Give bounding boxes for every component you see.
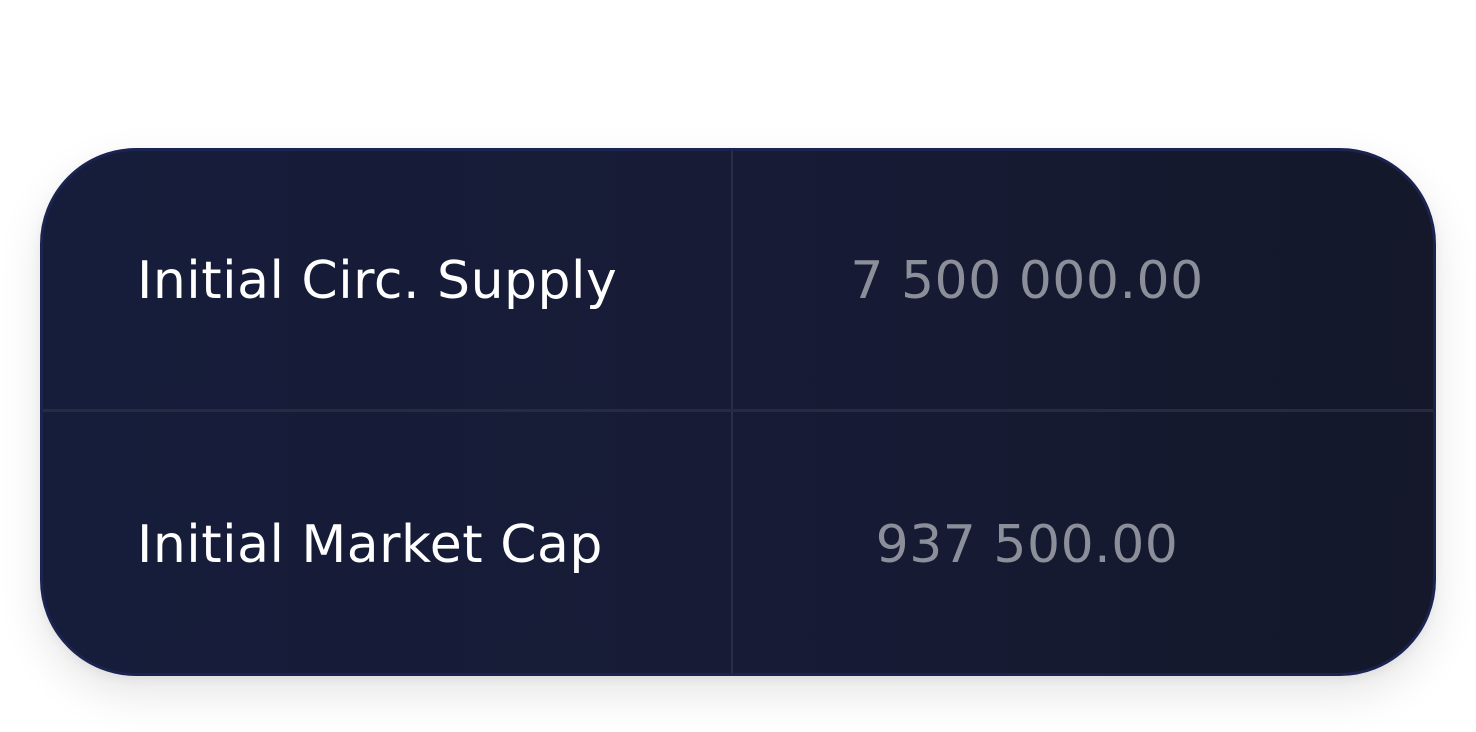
page: Initial Circ. Supply 7 500 000.00 Initia… [0,0,1476,732]
table-row-initial-circ-supply: Initial Circ. Supply 7 500 000.00 [43,151,1433,411]
row-value: 937 500.00 [875,515,1179,575]
row-value: 7 500 000.00 [850,251,1204,311]
table-row-initial-market-cap: Initial Market Cap 937 500.00 [43,413,1433,673]
row-label: Initial Circ. Supply [137,251,618,311]
token-info-table: Initial Circ. Supply 7 500 000.00 Initia… [40,148,1436,676]
row-label: Initial Market Cap [137,515,603,575]
